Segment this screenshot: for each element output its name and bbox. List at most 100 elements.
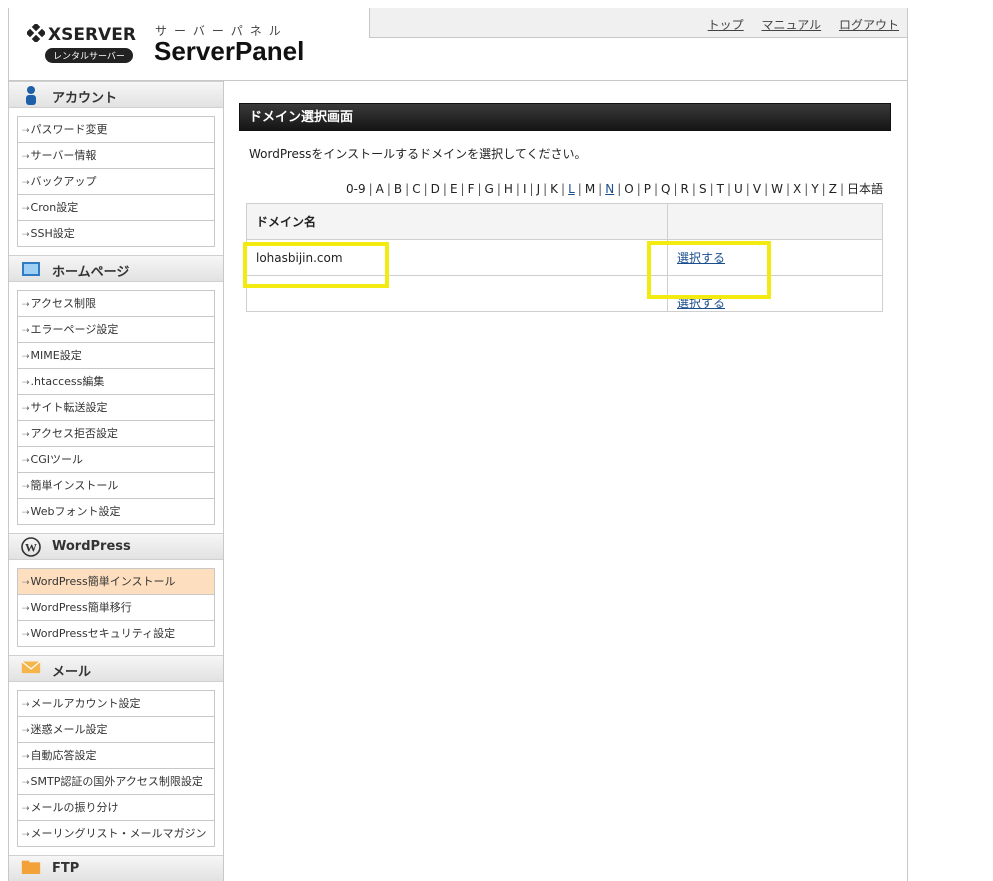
alpha-filter-0-9: 0-9 [346,182,366,196]
alpha-filter-N[interactable]: N [605,182,614,196]
alphabet-filter: 0-9 | A | B | C | D | E | F | G | H | I | J | K | L | M | N | O | P | Q | R |… [239,180,891,197]
separator: | [460,182,465,196]
sidebar-item-label: バックアップ [30,175,97,188]
sidebar-item-label: WordPress簡単移行 [30,601,132,614]
alpha-filter-I: I [522,182,527,196]
separator: | [726,182,731,196]
sidebar-item[interactable]: ⇢メーリングリスト・メールマガジン [18,821,214,847]
sidebar-item[interactable]: ⇢WordPressセキュリティ設定 [18,621,214,647]
separator: | [654,182,659,196]
arrow-icon: ⇢ [22,508,30,518]
logout-link[interactable]: ログアウト [839,18,899,32]
alpha-filter-P: P [643,182,651,196]
sidebar-item[interactable]: ⇢パスワード変更 [18,117,214,143]
header: XSERVER レンタルサーバー サーバーパネル ServerPanel トップ… [9,8,907,81]
sidebar-section-title: FTP [52,861,80,876]
sidebar-item-label: CGIツール [30,453,83,466]
highlight-box-domain [243,242,389,288]
separator: | [423,182,428,196]
separator: | [477,182,482,196]
sidebar-item[interactable]: ⇢迷惑メール設定 [18,717,214,743]
separator: | [598,182,603,196]
alpha-filter-X: X [793,182,802,196]
separator: | [821,182,826,196]
sidebar-section-0: アカウント [9,81,223,108]
alpha-filter-Y: Y [811,182,819,196]
wordpress-icon: W [21,537,41,557]
sidebar-item[interactable]: ⇢SMTP認証の国外アクセス制限設定 [18,769,214,795]
sidebar-item[interactable]: ⇢Webフォント設定 [18,499,214,525]
sidebar-item[interactable]: ⇢アクセス制限 [18,291,214,317]
separator: | [839,182,844,196]
alpha-filter-R: R [680,182,689,196]
alpha-filter-J: J [536,182,541,196]
sidebar-item[interactable]: ⇢WordPress簡単インストール [18,569,214,595]
highlight-box-select [647,241,771,299]
separator: | [617,182,622,196]
arrow-icon: ⇢ [22,604,30,614]
sidebar-item[interactable]: ⇢SSH設定 [18,221,214,247]
sidebar-item[interactable]: ⇢サイト転送設定 [18,395,214,421]
sidebar-item[interactable]: ⇢Cron設定 [18,195,214,221]
sidebar-item[interactable]: ⇢アクセス拒否設定 [18,421,214,447]
sidebar-section-title: WordPress [52,539,131,554]
arrow-icon: ⇢ [22,152,30,162]
arrow-icon: ⇢ [22,430,30,440]
sidebar-item[interactable]: ⇢サーバー情報 [18,143,214,169]
arrow-icon: ⇢ [22,752,30,762]
sidebar-item[interactable]: ⇢自動応答設定 [18,743,214,769]
alpha-filter-W: W [771,182,783,196]
sidebar-item[interactable]: ⇢簡単インストール [18,473,214,499]
arrow-icon: ⇢ [22,204,30,214]
alpha-filter-O: O [624,182,634,196]
separator: | [561,182,566,196]
arrow-icon: ⇢ [22,178,30,188]
top-link[interactable]: トップ [708,18,744,32]
separator: | [804,182,809,196]
sidebar-item[interactable]: ⇢CGIツール [18,447,214,473]
alpha-filter-F: F [467,182,475,196]
sidebar-item[interactable]: ⇢メールの振り分け [18,795,214,821]
action-column-header [667,203,883,240]
separator: | [673,182,678,196]
arrow-icon: ⇢ [22,778,30,788]
svg-text:W: W [25,541,37,555]
alpha-filter-C: C [412,182,421,196]
sidebar-item[interactable]: ⇢エラーページ設定 [18,317,214,343]
sidebar-item-label: メールの振り分け [30,801,119,814]
separator: | [691,182,696,196]
sidebar-section-title: メール [52,665,92,680]
sidebar-item[interactable]: ⇢MIME設定 [18,343,214,369]
sidebar-item[interactable]: ⇢メールアカウント設定 [18,691,214,717]
main-content: ドメイン選択画面 WordPressをインストールするドメインを選択してください… [239,103,891,312]
alpha-filter-H: H [503,182,513,196]
alpha-filter-G: G [484,182,494,196]
sidebar-item-label: Cron設定 [30,201,79,214]
arrow-icon: ⇢ [22,378,30,388]
page-title: ドメイン選択画面 [239,103,891,131]
domain-column-header: ドメイン名 [246,203,668,240]
folder-icon [21,859,41,879]
separator: | [386,182,391,196]
separator: | [785,182,791,196]
arrow-icon: ⇢ [22,578,30,588]
sidebar: アカウント ⇢パスワード変更 ⇢サーバー情報 ⇢バックアップ ⇢Cron設定 ⇢SSH設定… [9,81,224,881]
sidebar-item[interactable]: ⇢.htaccess編集 [18,369,214,395]
arrow-icon: ⇢ [22,352,30,362]
manual-link[interactable]: マニュアル [762,18,822,32]
sidebar-item-label: WordPressセキュリティ設定 [30,627,176,640]
separator: | [543,182,548,196]
alpha-filter-K: K [550,182,559,196]
sidebar-item[interactable]: ⇢WordPress簡単移行 [18,595,214,621]
alpha-filter-Z: Z [828,182,837,196]
arrow-icon: ⇢ [22,804,30,814]
alpha-filter-L[interactable]: L [568,182,575,196]
sidebar-item[interactable]: ⇢バックアップ [18,169,214,195]
arrow-icon: ⇢ [22,456,30,466]
alpha-filter-B: B [393,182,403,196]
sidebar-item-label: サーバー情報 [30,149,97,162]
sidebar-item-label: .htaccess編集 [30,375,105,388]
sidebar-list: ⇢アクセス制限 ⇢エラーページ設定 ⇢MIME設定 ⇢.htaccess編集 ⇢サイト転… [17,290,215,525]
arrow-icon: ⇢ [22,404,30,414]
separator: | [515,182,520,196]
